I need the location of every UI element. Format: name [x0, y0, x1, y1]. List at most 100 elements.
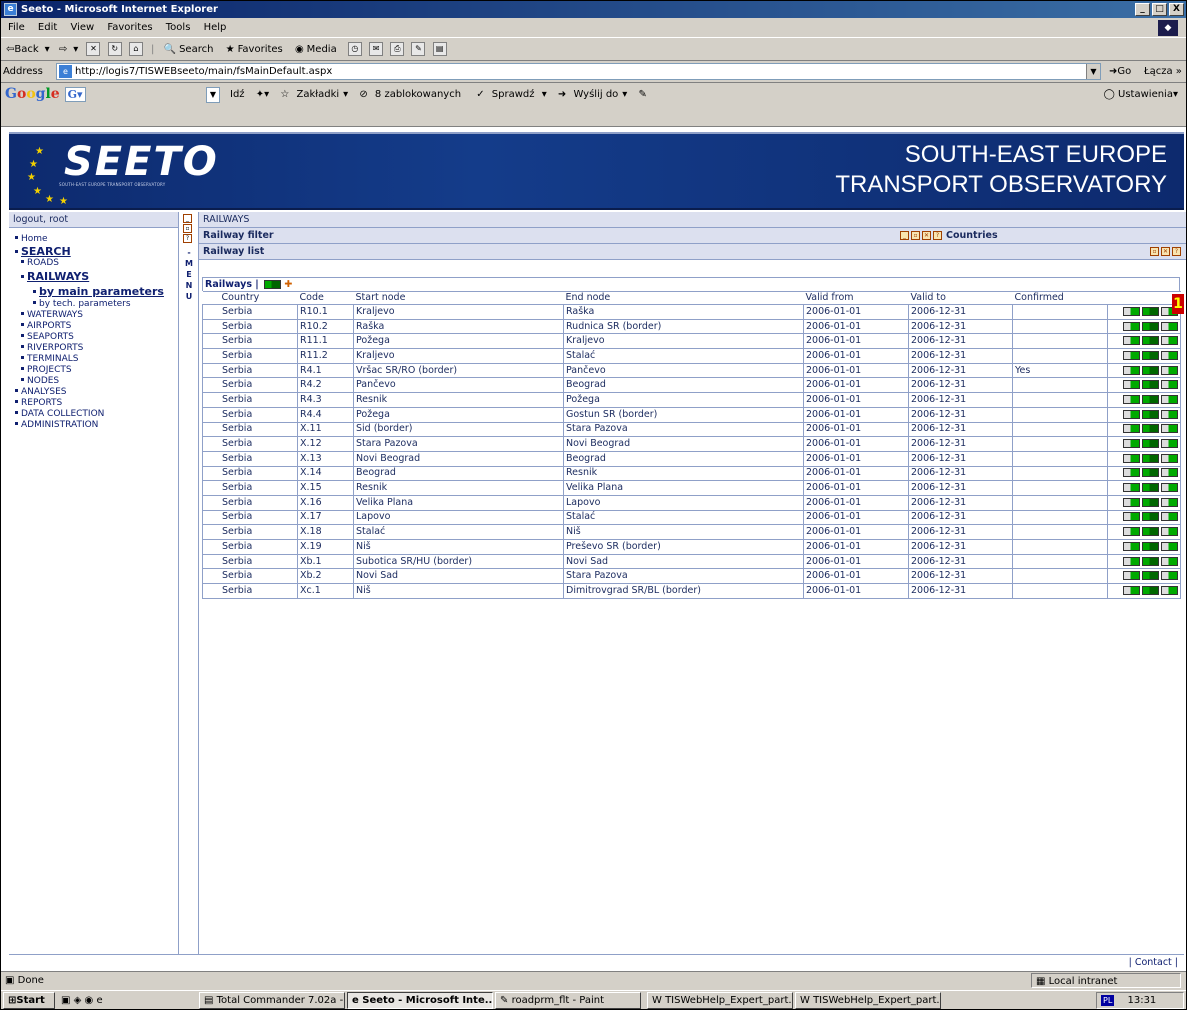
open-icon[interactable]	[1161, 468, 1178, 478]
open-icon[interactable]	[1161, 483, 1178, 493]
open-icon[interactable]	[1161, 497, 1178, 507]
close-icon[interactable]: ✕	[1161, 247, 1170, 256]
details-icon[interactable]	[1123, 556, 1140, 566]
edit-icon[interactable]	[1142, 497, 1159, 507]
railway-filter-bar[interactable]: Railway filter _ ▫ ✕? Countries	[199, 228, 1186, 244]
open-icon[interactable]	[1161, 541, 1178, 551]
edit-icon[interactable]	[1142, 541, 1159, 551]
column-header-country[interactable]: Country	[202, 291, 298, 305]
edit-icon[interactable]	[1142, 439, 1159, 449]
open-icon[interactable]	[1161, 571, 1178, 581]
edit-icon[interactable]	[1142, 571, 1159, 581]
restore-icon[interactable]: ▫	[183, 224, 192, 233]
task-total-commander[interactable]: ▤ Total Commander 7.02a -...	[199, 992, 345, 1009]
google-news-icon[interactable]: ✦▾	[256, 89, 269, 100]
start-button[interactable]: ⊞Start	[3, 992, 55, 1009]
details-icon[interactable]	[1123, 365, 1140, 375]
column-header-start-node[interactable]: Start node	[353, 291, 564, 305]
details-icon[interactable]	[1123, 424, 1140, 434]
menu-file[interactable]: File	[8, 22, 25, 33]
details-icon[interactable]	[1123, 497, 1140, 507]
edit-icon[interactable]	[1142, 336, 1159, 346]
nav-waterways[interactable]: WATERWAYS	[15, 310, 178, 321]
edit-icon[interactable]	[1142, 409, 1159, 419]
table-row[interactable]: Serbia Xb.1 Subotica SR/HU (border) Novi Sa…	[202, 553, 1181, 570]
open-icon[interactable]	[1161, 321, 1178, 331]
history-icon[interactable]: ◷	[347, 42, 362, 56]
spellcheck-button[interactable]: ✓ Sprawdź ▾	[476, 89, 546, 100]
table-row[interactable]: Serbia R4.4 Požega Gostun SR (border) 2006-0…	[202, 406, 1181, 423]
logout-link[interactable]: logout, root	[9, 212, 178, 228]
details-icon[interactable]	[1123, 306, 1140, 316]
popup-blocker-button[interactable]: ⊘ 8 zablokowanych	[359, 89, 465, 100]
table-row[interactable]: Serbia X.14 Beograd Resnik 2006-01-01 2006-12…	[202, 465, 1181, 482]
task-paint[interactable]: ✎ roadprm_flt - Paint	[495, 992, 641, 1009]
menu-tools[interactable]: Tools	[166, 22, 191, 33]
open-icon[interactable]	[1161, 585, 1178, 595]
table-row[interactable]: Serbia X.13 Novi Beograd Beograd 2006-01-01 2…	[202, 450, 1181, 467]
column-header-confirmed[interactable]: Confirmed	[1012, 291, 1108, 305]
menu-view[interactable]: View	[70, 22, 94, 33]
table-row[interactable]: Serbia X.18 Stalać Niš 2006-01-01 2006-12-31	[202, 524, 1181, 540]
table-row[interactable]: Serbia X.15 Resnik Velika Plana 2006-01-01 20…	[202, 480, 1181, 496]
task-tiswebhelp-2[interactable]: W TISWebHelp_Expert_part...	[795, 992, 941, 1009]
home-icon[interactable]: ⌂	[128, 42, 143, 56]
open-icon[interactable]	[1161, 527, 1178, 537]
forward-button[interactable]: ⇨	[59, 44, 67, 55]
column-header-end-node[interactable]: End node	[563, 291, 804, 305]
edit-icon[interactable]: ✎	[411, 42, 426, 56]
open-icon[interactable]	[1161, 512, 1178, 522]
edit-icon[interactable]	[1142, 321, 1159, 331]
edit-icon[interactable]	[1142, 306, 1159, 316]
help-icon[interactable]: ?	[933, 231, 942, 240]
column-header-code[interactable]: Code	[297, 291, 354, 305]
edit-icon[interactable]	[1142, 512, 1159, 522]
edit-icon[interactable]	[1142, 380, 1159, 390]
add-icon[interactable]: ✚	[284, 279, 292, 290]
ie-icon[interactable]: e	[96, 995, 102, 1006]
export-icon[interactable]	[264, 280, 282, 289]
table-row[interactable]: Serbia R10.2 Raška Rudnica SR (border) 2006-…	[202, 318, 1181, 335]
minimize-button[interactable]: _	[1135, 3, 1150, 16]
details-icon[interactable]	[1123, 483, 1140, 493]
details-icon[interactable]	[1123, 468, 1140, 478]
help-icon[interactable]: ?	[1172, 247, 1181, 256]
edit-icon[interactable]	[1142, 468, 1159, 478]
close-icon[interactable]: ✕	[922, 231, 931, 240]
table-row[interactable]: Serbia X.11 Šid (border) Stara Pazova 2006-0…	[202, 421, 1181, 438]
nav-terminals[interactable]: TERMINALS	[15, 354, 178, 365]
highlight-icon[interactable]: ✎	[639, 89, 647, 100]
open-icon[interactable]	[1161, 350, 1178, 360]
google-go-button[interactable]: Idź	[230, 89, 245, 100]
task-seeto-ie[interactable]: e Seeto - Microsoft Inte...	[347, 992, 493, 1009]
restore-icon[interactable]: ▫	[911, 231, 920, 240]
nav-administration[interactable]: ADMINISTRATION	[15, 420, 178, 431]
desktop-icon[interactable]: ▣	[61, 995, 70, 1006]
details-icon[interactable]	[1123, 527, 1140, 537]
close-button[interactable]: X	[1169, 3, 1184, 16]
bookmarks-button[interactable]: ☆ Zakładki ▾	[280, 89, 348, 100]
edit-icon[interactable]	[1142, 483, 1159, 493]
media-player-icon[interactable]: ◉	[85, 995, 94, 1006]
open-icon[interactable]	[1161, 336, 1178, 346]
open-icon[interactable]	[1161, 556, 1178, 566]
help-icon[interactable]: ?	[183, 234, 192, 243]
table-row[interactable]: Serbia X.19 Niš Preševo SR (border) 2006-01-…	[202, 539, 1181, 555]
nav-by-main-parameters[interactable]: by main parameters	[15, 284, 178, 299]
table-row[interactable]: Serbia R4.3 Resnik Požega 2006-01-01 2006-12-…	[202, 392, 1181, 408]
task-tiswebhelp-1[interactable]: W TISWebHelp_Expert_part...	[647, 992, 793, 1009]
nav-home[interactable]: Home	[15, 234, 178, 245]
nav-riverports[interactable]: RIVERPORTS	[15, 343, 178, 354]
table-row[interactable]: Serbia X.16 Velika Plana Lapovo 2006-01-01 20…	[202, 494, 1181, 511]
edit-icon[interactable]	[1142, 556, 1159, 566]
table-row[interactable]: Serbia R10.1 Kraljevo Raška 2006-01-01 2006-1…	[202, 304, 1181, 320]
table-row[interactable]: Serbia X.17 Lapovo Stalać 2006-01-01 2006-12-…	[202, 509, 1181, 526]
mail-icon[interactable]: ✉	[369, 42, 384, 56]
address-input[interactable]: e http://logis7/TISWEBseeto/main/fsMainD…	[56, 63, 1101, 80]
back-button[interactable]: ⇦Back	[6, 44, 39, 55]
media-button[interactable]: ◉ Media	[295, 44, 340, 55]
menu-toggle[interactable]: - M E N U	[179, 247, 199, 302]
table-row[interactable]: Serbia Xb.2 Novi Sad Stara Pazova 2006-01-01…	[202, 568, 1181, 585]
nav-roads[interactable]: ROADS	[15, 258, 178, 269]
menu-help[interactable]: Help	[204, 22, 227, 33]
